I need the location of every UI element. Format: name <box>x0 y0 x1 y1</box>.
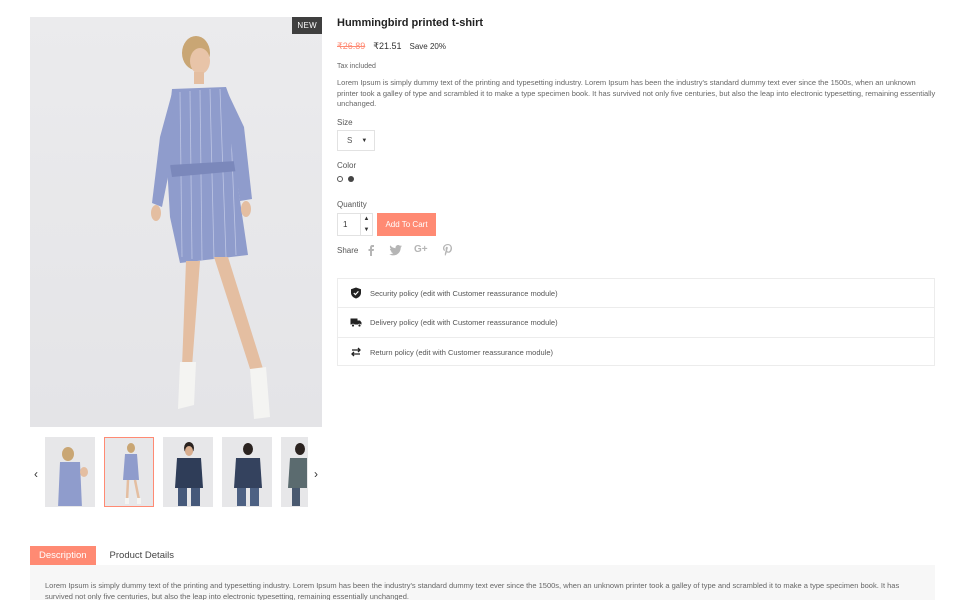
add-to-cart-button[interactable]: Add To Cart <box>377 213 436 236</box>
twitter-icon[interactable] <box>389 243 403 257</box>
thumbnail-image <box>288 443 307 506</box>
facebook-icon[interactable] <box>364 243 378 257</box>
tab-product-details[interactable]: Product Details <box>96 546 188 565</box>
tax-note: Tax included <box>337 63 376 70</box>
new-badge: NEW <box>292 17 322 34</box>
quantity-stepper[interactable]: ▲ ▼ <box>361 213 373 236</box>
size-value: S <box>347 136 353 145</box>
chevron-down-icon[interactable]: ▼ <box>364 227 370 233</box>
color-swatch-white[interactable] <box>337 176 343 182</box>
size-select[interactable]: S ▼ <box>337 130 375 151</box>
thumbnail-image <box>234 443 262 506</box>
chevron-left-icon[interactable]: ‹ <box>30 467 42 481</box>
thumbnail-5[interactable] <box>281 437 308 507</box>
share-label: Share <box>337 246 359 255</box>
truck-icon <box>350 318 362 328</box>
thumbnail-3[interactable] <box>163 437 213 507</box>
thumbnail-1[interactable] <box>45 437 95 507</box>
chevron-right-icon[interactable]: › <box>310 467 322 481</box>
thumbnail-image <box>123 443 141 504</box>
reassurance-block: Security policy (edit with Customer reas… <box>337 278 935 366</box>
product-tabs: Description Product Details <box>30 546 188 565</box>
color-label: Color <box>337 161 357 170</box>
thumbnail-4[interactable] <box>222 437 272 507</box>
color-swatch-dark[interactable] <box>348 176 354 182</box>
reassurance-text: Return policy (edit with Customer reassu… <box>370 347 553 357</box>
google-plus-icon[interactable]: G+ <box>414 244 432 258</box>
reassurance-text: Security policy (edit with Customer reas… <box>370 288 558 298</box>
pinterest-icon[interactable] <box>441 243 455 257</box>
model-illustration <box>151 36 270 419</box>
current-price: ₹21.51 <box>373 41 402 51</box>
reassurance-item: Security policy (edit with Customer reas… <box>338 279 934 309</box>
exchange-icon <box>351 347 361 357</box>
chevron-up-icon[interactable]: ▲ <box>364 216 370 222</box>
tab-description[interactable]: Description <box>30 546 96 565</box>
product-main-image[interactable]: NEW <box>30 17 322 427</box>
quantity-label: Quantity <box>337 200 367 209</box>
reassurance-item: Delivery policy (edit with Customer reas… <box>338 308 934 338</box>
reassurance-item: Return policy (edit with Customer reassu… <box>338 338 934 367</box>
product-title: Hummingbird printed t-shirt <box>337 17 484 29</box>
reassurance-text: Delivery policy (edit with Customer reas… <box>370 317 558 327</box>
thumbnail-carousel: ‹ › <box>30 437 322 509</box>
caret-down-icon: ▼ <box>361 137 368 144</box>
shield-icon <box>351 287 361 299</box>
thumbnail-image <box>58 447 88 506</box>
product-description: Lorem Ipsum is simply dummy text of the … <box>337 78 936 108</box>
discount-label: Save 20% <box>409 42 446 51</box>
price-row: ₹26.89 ₹21.51 Save 20% <box>337 41 446 52</box>
old-price: ₹26.89 <box>337 41 366 51</box>
size-label: Size <box>337 118 353 127</box>
thumbnail-image <box>175 442 203 506</box>
thumbnail-2[interactable] <box>104 437 154 507</box>
quantity-input[interactable]: 1 <box>337 213 361 236</box>
tab-panel-description: Lorem Ipsum is simply dummy text of the … <box>30 565 935 600</box>
